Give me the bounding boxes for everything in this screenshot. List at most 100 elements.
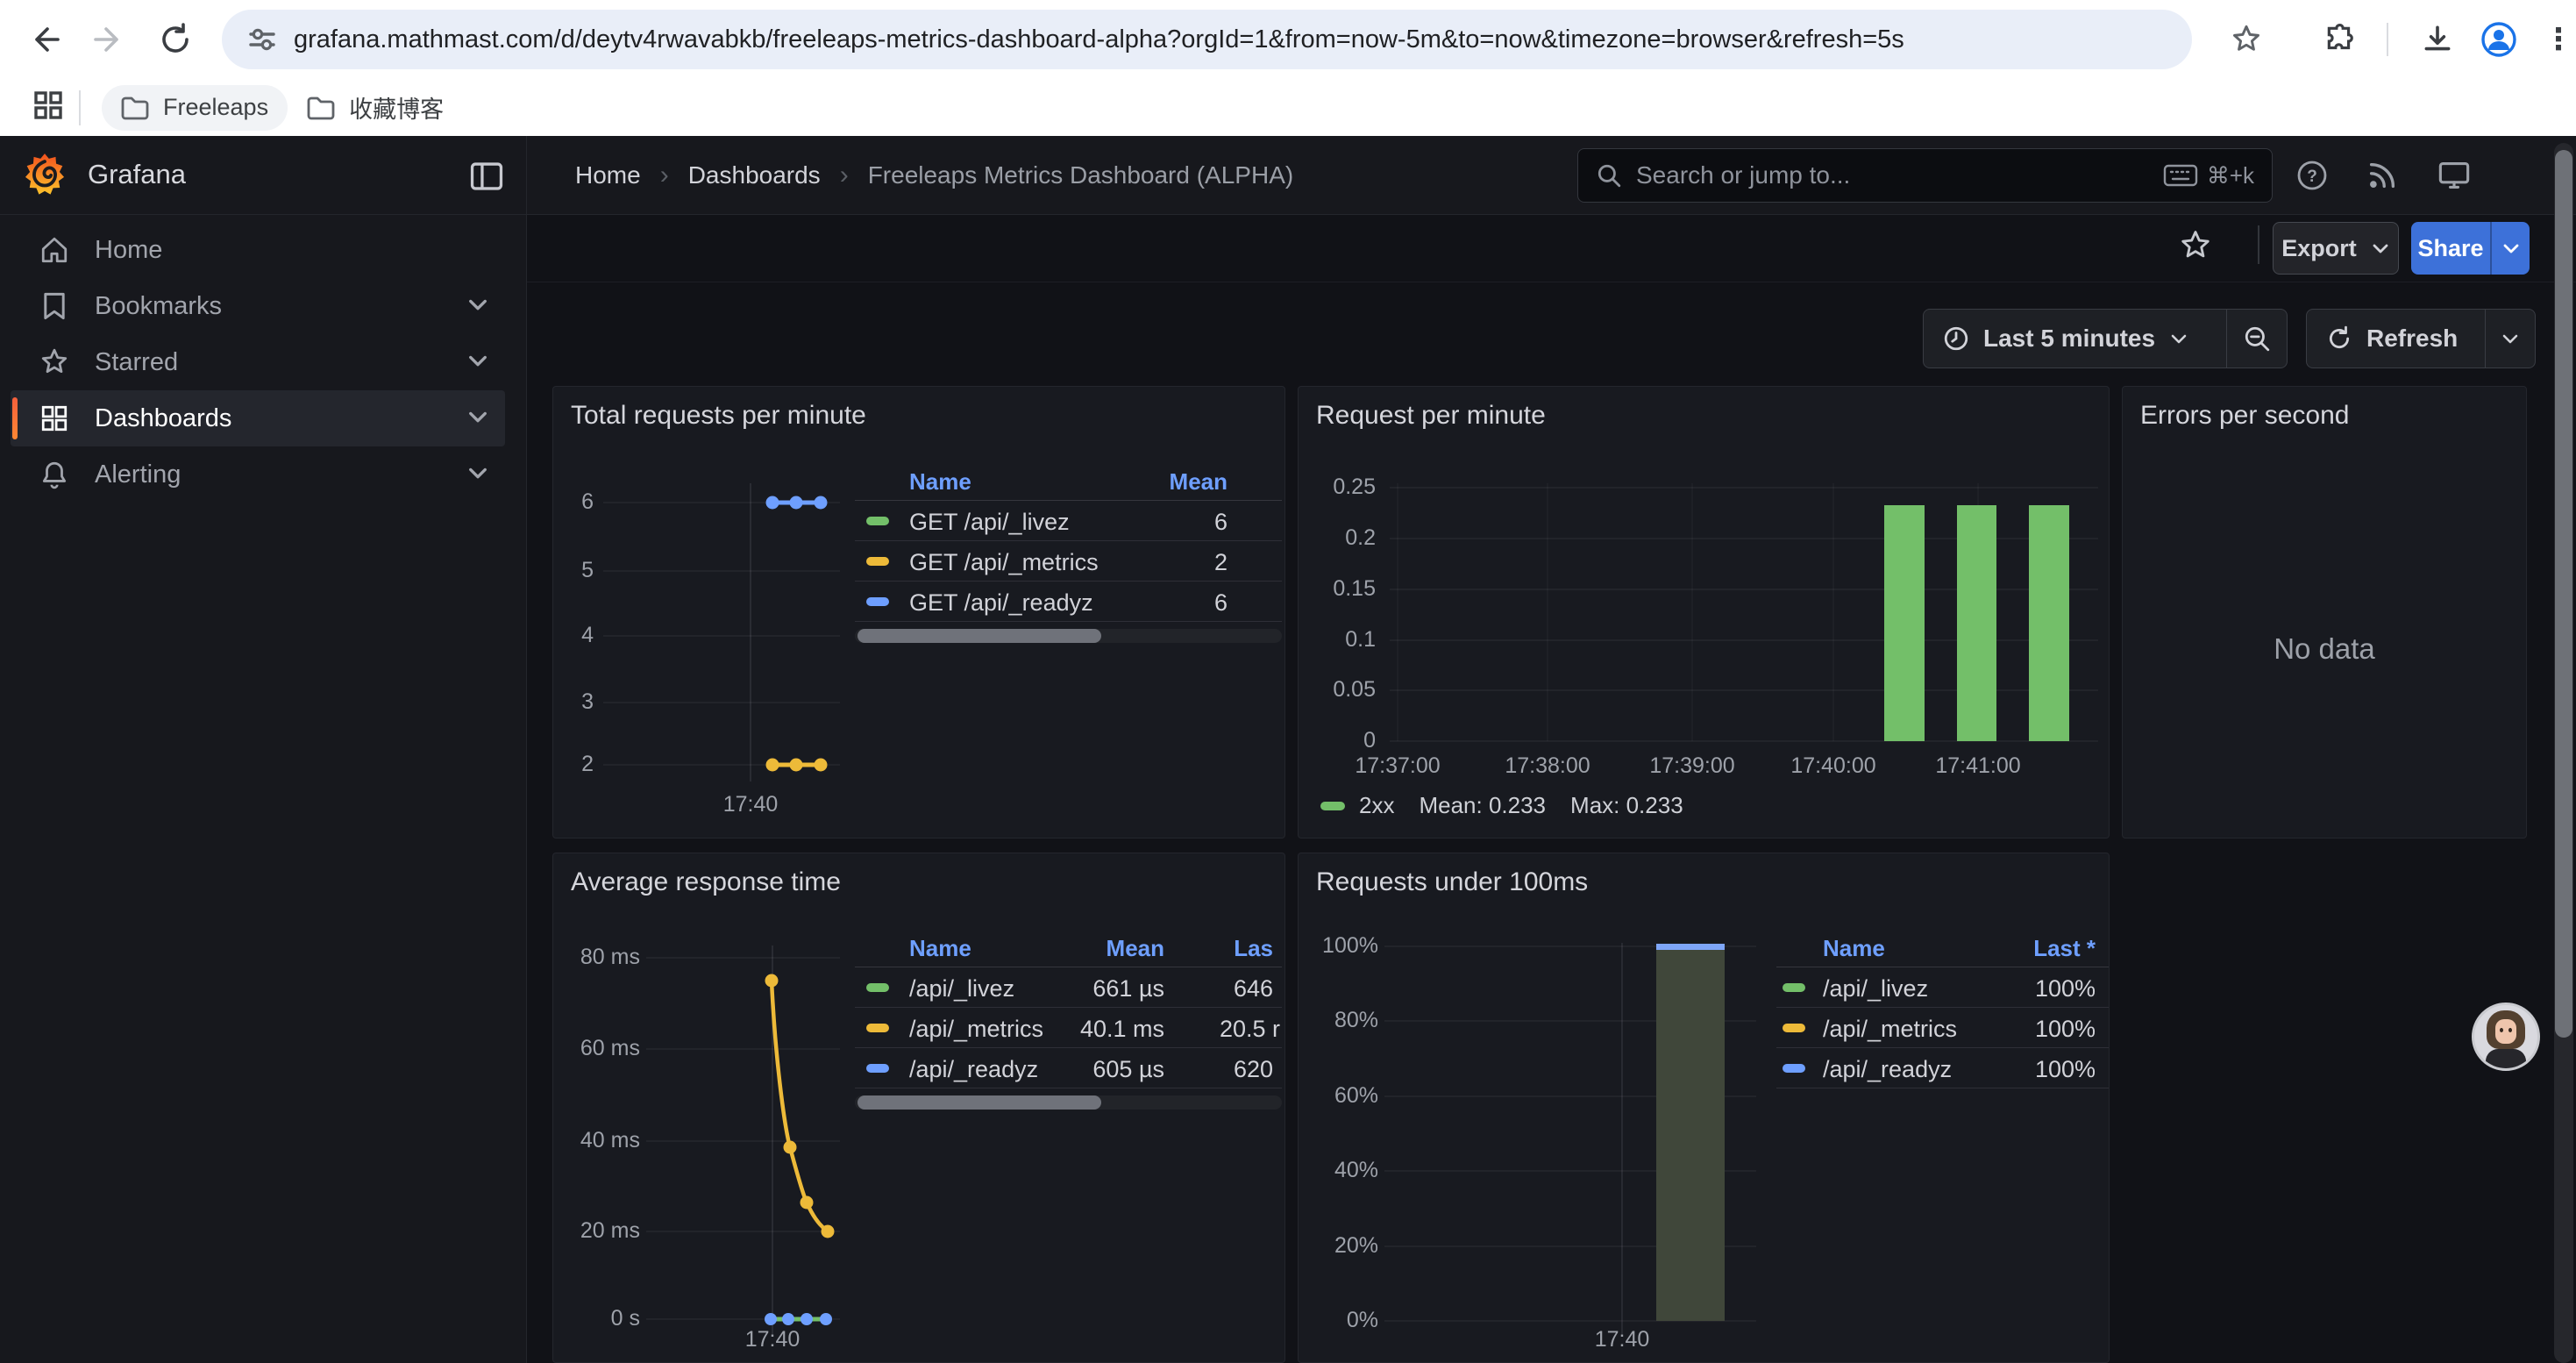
- chevron-down-icon[interactable]: [466, 461, 489, 489]
- y-tick: 0 s: [553, 1306, 640, 1331]
- sidebar-header: Grafana: [0, 136, 526, 215]
- sidebar-items: Home Bookmarks Starred Dashboards Alerti: [0, 222, 526, 503]
- x-tick: 17:39:00: [1618, 753, 1767, 779]
- legend-col-name[interactable]: Name: [909, 468, 971, 496]
- y-tick: 0.25: [1299, 475, 1376, 500]
- floating-assistant-avatar[interactable]: [2472, 1003, 2540, 1071]
- legend-row[interactable]: /api/_metrics 100%: [1776, 1008, 2109, 1048]
- breadcrumb-current: Freeleaps Metrics Dashboard (ALPHA): [868, 161, 1294, 189]
- legend-col-name[interactable]: Name: [1823, 935, 1885, 962]
- time-range-button[interactable]: Last 5 minutes: [1924, 310, 2226, 368]
- bookmarks-bar: Freeleaps 收藏博客: [0, 79, 2576, 136]
- y-tick: 60%: [1299, 1083, 1378, 1109]
- sidebar-item-label: Dashboards: [95, 404, 231, 433]
- back-button[interactable]: [19, 15, 68, 64]
- sidebar-item-dashboards[interactable]: Dashboards: [11, 390, 505, 446]
- series-color-pill: [866, 1024, 889, 1032]
- legend-table: Name Last * /api/_livez 100% /api/_metri…: [1776, 928, 2109, 1088]
- sidebar-item-home[interactable]: Home: [11, 222, 505, 278]
- url-text[interactable]: grafana.mathmast.com/d/deytv4rwavabkb/fr…: [294, 25, 1904, 54]
- browser-chrome: grafana.mathmast.com/d/deytv4rwavabkb/fr…: [0, 0, 2576, 136]
- y-tick: 6: [553, 489, 594, 515]
- legend-row[interactable]: /api/_metrics 40.1 ms 20.5 r: [855, 1008, 1282, 1048]
- legend-col-mean[interactable]: Mean: [1107, 935, 1164, 962]
- y-tick: 0.2: [1299, 525, 1376, 551]
- share-menu-button[interactable]: [2490, 222, 2530, 275]
- bookmarks-divider: [79, 90, 81, 125]
- panel-legend[interactable]: 2xx Mean: 0.233 Max: 0.233: [1320, 792, 1683, 819]
- help-icon[interactable]: ?: [2289, 153, 2335, 198]
- forward-button[interactable]: [85, 15, 134, 64]
- legend-row[interactable]: /api/_livez 661 µs 646: [855, 967, 1282, 1008]
- y-tick: 0: [1299, 728, 1376, 753]
- legend-scrollbar[interactable]: [855, 629, 1282, 643]
- chevron-down-icon[interactable]: [466, 293, 489, 320]
- chevron-down-icon[interactable]: [466, 405, 489, 432]
- legend-scrollbar[interactable]: [855, 1095, 1282, 1110]
- bookmark-folder-blog[interactable]: 收藏博客: [288, 85, 463, 131]
- breadcrumb: Home › Dashboards › Freeleaps Metrics Da…: [575, 161, 1293, 190]
- clock-icon: [1943, 325, 1969, 352]
- browser-menu-icon[interactable]: ⋮: [2534, 15, 2576, 64]
- y-tick: 0.15: [1299, 576, 1376, 602]
- url-bar[interactable]: grafana.mathmast.com/d/deytv4rwavabkb/fr…: [222, 10, 2192, 69]
- sidebar-item-bookmarks[interactable]: Bookmarks: [11, 278, 505, 334]
- grafana-logo[interactable]: [25, 153, 65, 198]
- legend-row[interactable]: /api/_readyz 605 µs 620: [855, 1048, 1282, 1088]
- series-color-pill: [866, 983, 889, 992]
- sidebar-item-alerting[interactable]: Alerting: [11, 446, 505, 503]
- bookmark-page-icon[interactable]: [2222, 15, 2271, 64]
- legend-row[interactable]: GET /api/_livez 6: [855, 501, 1282, 541]
- sidebar-toggle-icon[interactable]: [470, 161, 503, 191]
- home-icon: [39, 235, 70, 265]
- refresh-group: Refresh: [2306, 309, 2536, 368]
- y-tick: 2: [553, 752, 594, 777]
- chevron-down-icon[interactable]: [466, 349, 489, 376]
- legend-row[interactable]: /api/_livez 100%: [1776, 967, 2109, 1008]
- x-tick: 17:40: [676, 792, 825, 817]
- legend-col-mean[interactable]: Mean: [1170, 468, 1228, 496]
- legend-header: Name Mean: [855, 461, 1282, 501]
- page-scrollbar[interactable]: [2554, 143, 2573, 1363]
- legend-table: Name Mean GET /api/_livez 6 GET /api/_me…: [855, 461, 1282, 643]
- breadcrumb-home[interactable]: Home: [575, 161, 641, 189]
- search-input[interactable]: Search or jump to... ⌘+k: [1577, 148, 2273, 203]
- y-tick: 80 ms: [553, 945, 640, 970]
- reload-button[interactable]: [151, 15, 200, 64]
- bookmark-folder-freeleaps[interactable]: Freeleaps: [102, 85, 288, 131]
- grafana-sidebar: Grafana Home Bookmarks Starred Dashboar: [0, 136, 526, 1363]
- export-button[interactable]: Export: [2273, 222, 2399, 275]
- refresh-button[interactable]: Refresh: [2307, 310, 2485, 368]
- news-rss-icon[interactable]: [2359, 153, 2405, 198]
- kiosk-monitor-icon[interactable]: [2431, 153, 2477, 198]
- scrollbar-thumb[interactable]: [2555, 150, 2572, 1038]
- legend-row[interactable]: GET /api/_readyz 6: [855, 582, 1282, 622]
- refresh-interval-button[interactable]: [2486, 310, 2535, 368]
- extensions-icon[interactable]: [2315, 15, 2364, 64]
- zoom-out-button[interactable]: [2227, 310, 2287, 368]
- chevron-down-icon: [2371, 239, 2390, 258]
- panel-errors-per-second: Errors per second No data: [2122, 386, 2527, 838]
- apps-grid-icon[interactable]: [33, 90, 63, 125]
- breadcrumb-dashboards[interactable]: Dashboards: [688, 161, 821, 189]
- legend-row[interactable]: /api/_readyz 100%: [1776, 1048, 2109, 1088]
- series-color-pill: [1783, 1024, 1805, 1032]
- panel-request-per-minute: Request per minute 0.25 0.2 0.15 0.1 0.0…: [1298, 386, 2110, 838]
- favorite-star-icon[interactable]: [2179, 229, 2212, 267]
- brand-text: Grafana: [88, 159, 186, 190]
- bookmark-label: Freeleaps: [163, 94, 268, 121]
- panel-title[interactable]: Errors per second: [2140, 401, 2349, 431]
- legend-col-name[interactable]: Name: [909, 935, 971, 962]
- y-tick: 80%: [1299, 1008, 1378, 1033]
- legend-col-last[interactable]: Las: [1234, 935, 1273, 962]
- sidebar-item-starred[interactable]: Starred: [11, 334, 505, 390]
- main-content: Home › Dashboards › Freeleaps Metrics Da…: [527, 136, 2576, 1363]
- share-button[interactable]: Share: [2411, 222, 2490, 275]
- legend-col-last[interactable]: Last *: [2033, 935, 2096, 962]
- legend-row[interactable]: GET /api/_metrics 2: [855, 541, 1282, 582]
- breadcrumb-separator: ›: [840, 161, 849, 190]
- downloads-icon[interactable]: [2413, 15, 2462, 64]
- profile-avatar-icon[interactable]: [2474, 15, 2523, 64]
- site-info-icon[interactable]: [246, 24, 278, 55]
- legend-series-name[interactable]: 2xx: [1359, 792, 1394, 819]
